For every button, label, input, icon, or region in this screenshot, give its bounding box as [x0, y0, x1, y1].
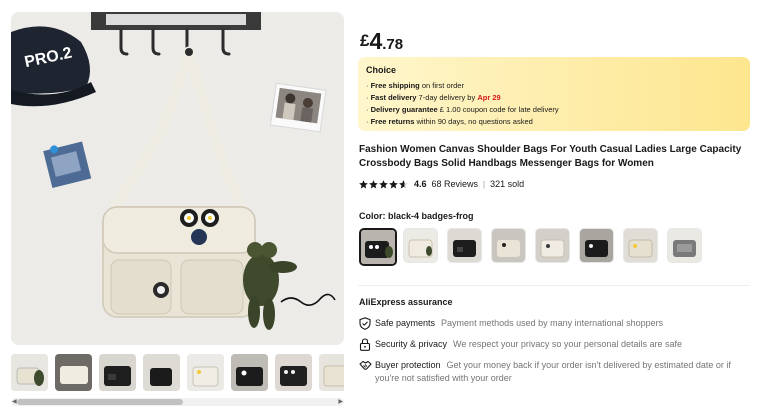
assurance-label: Buyer protection	[375, 360, 441, 370]
section-divider	[358, 285, 750, 286]
benefit-free-returns: · Free returns within 90 days, no questi…	[366, 117, 533, 126]
thumbnail-8[interactable]	[319, 354, 344, 391]
star-icon	[389, 179, 398, 189]
assurance-label: Safe payments	[375, 318, 436, 328]
shield-check-icon	[359, 317, 371, 334]
thumbnail-4[interactable]	[143, 354, 180, 391]
color-label: Color: black-4 badges-frog	[359, 211, 474, 221]
thumbnail-7[interactable]	[275, 354, 312, 391]
star-rating	[359, 179, 408, 189]
swatch-3[interactable]	[447, 228, 482, 263]
swatch-5[interactable]	[535, 228, 570, 263]
price-decimal: .78	[382, 36, 404, 53]
star-icon	[379, 179, 388, 189]
thumbnail-1[interactable]	[11, 354, 48, 391]
star-icon	[359, 179, 368, 189]
rating-value: 4.6	[414, 179, 427, 189]
assurance-title: AliExpress assurance	[359, 297, 453, 307]
price-currency: £	[360, 31, 370, 50]
thumbnail-5[interactable]	[187, 354, 224, 391]
rating-row: 4.6 68 Reviews | 321 sold	[359, 178, 524, 190]
reviews-link[interactable]: 68 Reviews	[432, 179, 479, 189]
thumbnail-6[interactable]	[231, 354, 268, 391]
star-icon	[369, 179, 378, 189]
separator: |	[483, 179, 486, 189]
price-integer: 4	[369, 28, 383, 54]
scroll-right-icon[interactable]: ▶	[338, 398, 343, 406]
sold-count: 321 sold	[490, 179, 525, 189]
swatch-6[interactable]	[579, 228, 614, 263]
thumbnail-2[interactable]	[55, 354, 92, 391]
half-star-icon	[399, 179, 408, 189]
swatch-4[interactable]	[491, 228, 526, 263]
assurance-text: We respect your privacy so your personal…	[453, 339, 682, 349]
benefit-fast-delivery: · Fast delivery 7-day delivery by Apr 29	[366, 93, 501, 102]
scrollbar-thumb[interactable]	[17, 399, 183, 405]
choice-benefits-box: Choice · Free shipping on first order · …	[358, 57, 750, 131]
benefit-delivery-guarantee: · Delivery guarantee £ 1.00 coupon code …	[366, 105, 559, 114]
swatch-black-4-badges-frog[interactable]	[359, 228, 397, 266]
swatch-2[interactable]	[403, 228, 438, 263]
assurance-label: Security & privacy	[375, 339, 448, 349]
thumbnail-scrollbar[interactable]: ◀ ▶	[11, 398, 344, 406]
product-price: £4.78	[360, 28, 403, 55]
lock-icon	[359, 338, 371, 355]
swatch-8[interactable]	[667, 228, 702, 263]
swatch-7[interactable]	[623, 228, 658, 263]
main-product-image[interactable]: PRO.2	[11, 12, 344, 345]
assurance-text: Payment methods used by many internation…	[441, 318, 664, 328]
benefit-free-shipping: · Free shipping on first order	[366, 81, 464, 90]
thumbnail-3[interactable]	[99, 354, 136, 391]
product-title: Fashion Women Canvas Shoulder Bags For Y…	[359, 144, 742, 169]
thumbnail-strip	[11, 354, 344, 394]
scroll-left-icon[interactable]: ◀	[12, 398, 17, 406]
choice-title: Choice	[366, 65, 397, 75]
delivery-date: Apr 29	[477, 93, 501, 102]
handshake-icon	[359, 359, 372, 376]
